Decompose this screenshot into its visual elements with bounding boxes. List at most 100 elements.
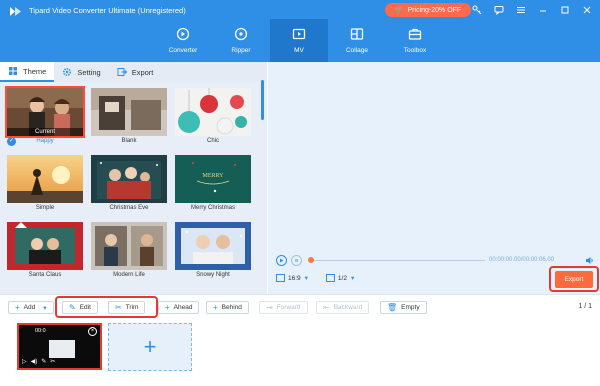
pricing-label: Pricing-20% OFF [407,6,462,14]
edit-icon[interactable]: ✎ [41,358,46,365]
empty-button[interactable]: 🗑 Empty [380,301,427,314]
tab-export[interactable]: Export [109,62,162,82]
theme-label: Snowy Night [196,272,230,278]
empty-label: Empty [401,304,420,311]
aspect-ratio-icon [276,274,285,283]
title-bar: Tipard Video Converter Ultimate (Unregis… [0,0,600,62]
trim-button[interactable]: ✂ Trim [108,301,146,314]
screen-select[interactable]: 1/2 ▾ [325,274,355,283]
theme-thumbnail: Current [5,86,85,138]
app-title: Tipard Video Converter Ultimate (Unregis… [29,6,186,15]
behind-icon: + [213,303,218,312]
theme-label: Chic [206,138,219,144]
svg-text:MERRY: MERRY [202,173,224,179]
theme-happy[interactable]: Current ✓ Happy [5,86,85,158]
theme-chic[interactable]: Chic [175,88,251,158]
play-icon[interactable]: ▷ [22,358,27,365]
progress-track[interactable] [310,260,485,261]
timeline-clip[interactable]: 00:0 × ▷ ◀) ✎ ✂ [17,323,102,370]
backward-icon: ⇤ [323,303,330,312]
nav-mv-label: MV [294,47,304,54]
theme-merry-christmas[interactable]: MERRY Merry Christmas [175,155,251,225]
play-button[interactable] [276,255,287,266]
theme-simple[interactable]: Simple [7,155,83,225]
theme-blank[interactable]: Blank [91,88,167,158]
mv-icon [292,28,306,40]
clip-pager: 1 / 1 [578,303,592,310]
nav-mv[interactable]: MV [270,19,328,62]
export-button[interactable]: Export [555,270,593,288]
stop-button[interactable] [291,255,302,266]
trim-label: Trim [125,304,139,311]
key-icon[interactable] [470,3,484,17]
maximize-icon[interactable] [558,3,572,17]
menu-icon[interactable] [514,3,528,17]
edit-label: Edit [79,304,91,311]
chevron-down-icon: ▾ [350,275,355,282]
nav-ripper-label: Ripper [231,47,251,54]
forward-label: Forward [276,304,301,311]
tab-theme[interactable]: Theme [0,62,55,82]
theme-thumbnail [175,222,251,270]
nav-collage[interactable]: Collage [328,19,386,62]
theme-modern-life[interactable]: Modern Life [91,222,167,292]
clip-thumbnail [49,340,75,358]
plus-icon: + [15,303,20,312]
nav-converter[interactable]: Converter [154,19,212,62]
nav-toolbox-label: Toolbox [403,47,427,54]
collage-icon [350,28,364,40]
chevron-down-icon: ▾ [304,275,308,282]
clip-duration: 00:0 [35,328,46,334]
clip-actions: ▷ ◀) ✎ ✂ [22,358,55,365]
theme-santa-claus[interactable]: Santa Claus [7,222,83,292]
scissors-icon: ✂ [115,303,122,312]
gear-icon [63,67,72,77]
theme-thumbnail [91,222,167,270]
remove-clip-icon[interactable]: × [88,327,97,336]
theme-scrollbar[interactable] [261,80,264,120]
theme-snowy-night[interactable]: Snowy Night [175,222,251,292]
theme-christmas-eve[interactable]: Christmas Eve [91,155,167,225]
aspect-ratio-select[interactable]: 16:9 ▾ [276,274,308,283]
nav-ripper[interactable]: Ripper [212,19,270,62]
toolbox-icon [408,28,422,40]
close-icon[interactable] [580,3,594,17]
behind-button[interactable]: + Behind [206,301,249,314]
theme-label: Simple [35,205,55,211]
ahead-button[interactable]: + Ahead [158,301,200,314]
time-readout: 00:00:00.00/00:00:06.00 [489,257,555,263]
trash-icon: 🗑 [387,303,398,312]
edit-button[interactable]: ✎ Edit [62,301,98,314]
theme-thumbnail [175,88,251,136]
tab-setting[interactable]: Setting [54,62,108,82]
aspect-ratio-value: 16:9 [288,275,301,282]
forward-icon: ⇥ [266,303,273,312]
nav-toolbox[interactable]: Toolbox [386,19,444,62]
speaker-icon[interactable]: ◀) [31,358,38,365]
play-icon [280,258,284,263]
add-clip-button[interactable]: + [108,323,192,371]
grid-icon [9,67,17,75]
cart-icon: 🛒 [394,7,404,14]
add-label: Add [23,304,36,311]
add-button[interactable]: + Add ▾ [8,301,54,314]
converter-icon [176,27,190,41]
theme-thumbnail: MERRY [175,155,251,203]
minimize-icon[interactable] [536,3,550,17]
scissors-icon[interactable]: ✂ [50,358,55,365]
progress-knob[interactable] [308,257,314,263]
theme-thumbnail [91,88,167,136]
theme-thumbnail [7,222,83,270]
theme-label: Merry Christmas [190,205,235,211]
theme-thumbnail [7,155,83,203]
chat-icon[interactable] [492,3,506,17]
theme-label: Santa Claus [28,272,62,278]
forward-button[interactable]: ⇥ Forward [259,301,308,314]
backward-button[interactable]: ⇤ Backward [316,301,370,314]
playback-controls: 00:00:00.00/00:00:06.00 [276,255,594,267]
preview-options: 16:9 ▾ 1/2 ▾ [276,274,355,283]
pricing-button[interactable]: 🛒 Pricing-20% OFF [385,3,471,17]
theme-panel: Theme Setting Export Current ✓ Happy Bla… [0,62,267,294]
magic-wand-icon: ✎ [69,303,76,312]
volume-icon[interactable] [585,256,594,265]
